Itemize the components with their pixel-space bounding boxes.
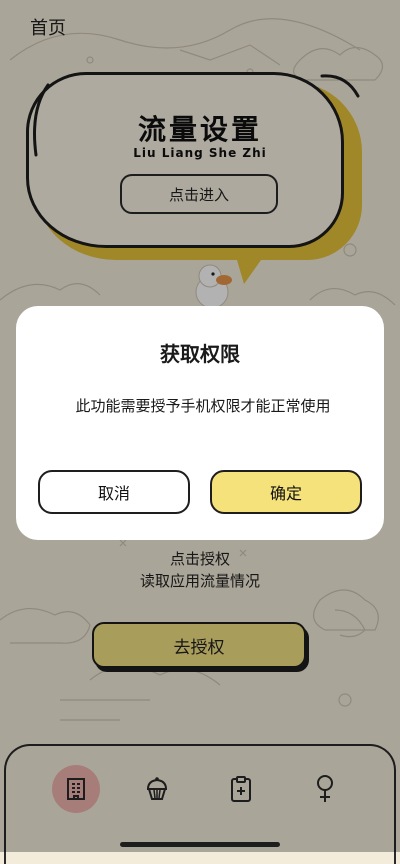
dialog-title: 获取权限 xyxy=(160,342,240,366)
home-page: 首页 流量设置 Liu Liang She Zhi 点击进入 点击授权 读取应用… xyxy=(0,0,400,864)
confirm-button[interactable]: 确定 xyxy=(210,470,362,514)
dialog-message: 此功能需要授予手机权限才能正常使用 xyxy=(75,397,331,415)
cancel-button[interactable]: 取消 xyxy=(38,470,190,514)
